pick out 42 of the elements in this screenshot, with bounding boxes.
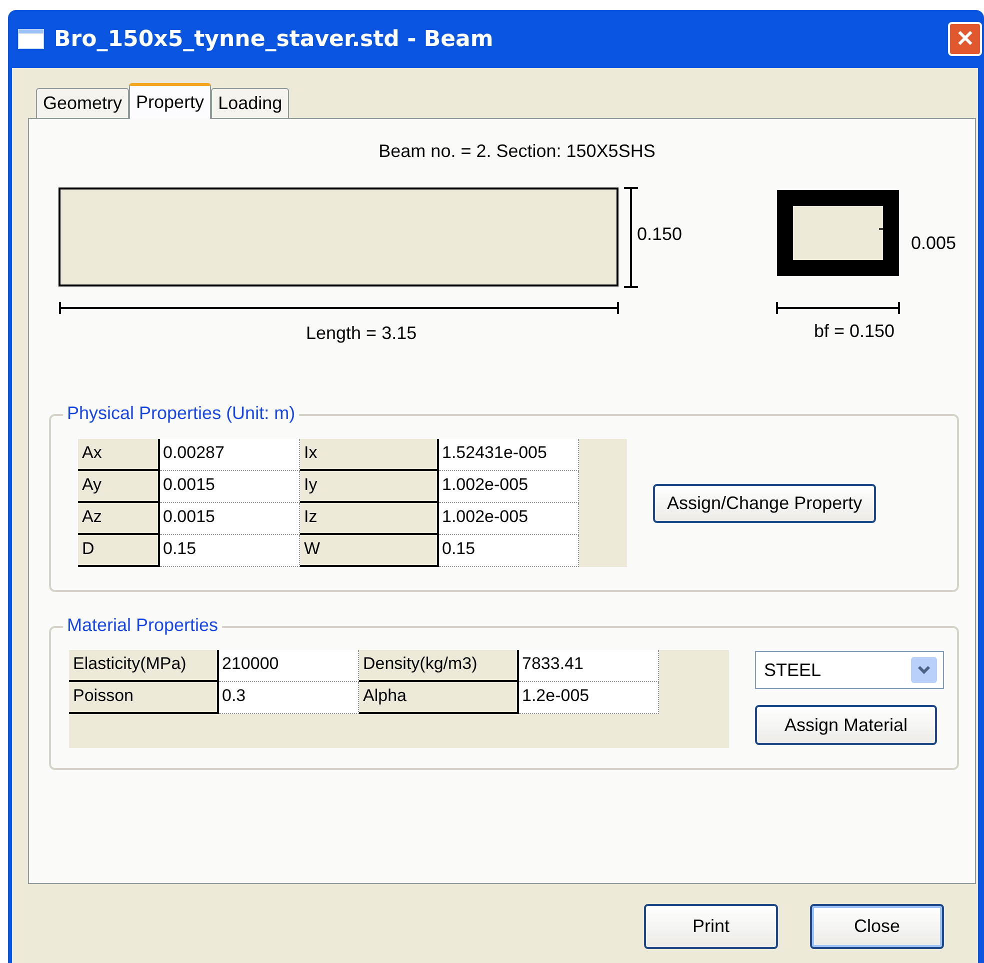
dimension-label: 0.150 (637, 224, 682, 244)
property-label: Poisson (69, 682, 219, 714)
dimension-label: bf = 0.150 (814, 321, 895, 341)
group-title: Material Properties (63, 615, 222, 636)
property-value: 0.3 (219, 682, 359, 714)
property-value: 210000 (219, 650, 359, 682)
property-value: 0.15 (439, 535, 579, 567)
property-value: 0.15 (160, 535, 300, 567)
window-title: Bro_150x5_tynne_staver.std - Beam (54, 26, 494, 52)
property-value: 7833.41 (519, 650, 659, 682)
section-heading: Beam no. = 2. Section: 150X5SHS (378, 140, 656, 163)
dialog-button[interactable]: Close (810, 904, 944, 949)
property-label: Alpha (359, 682, 519, 714)
property-value: 1.52431e-005 (439, 439, 579, 471)
dimension-label: 0.005 (911, 233, 956, 253)
property-label: Ix (300, 439, 439, 471)
property-label: Density(kg/m3) (359, 650, 519, 682)
property-label: Elasticity(MPa) (69, 650, 219, 682)
tab[interactable]: Geometry (36, 88, 130, 118)
tab[interactable]: Property (129, 83, 212, 119)
property-label: Az (78, 503, 160, 535)
tab[interactable]: Loading (211, 88, 290, 118)
close-button[interactable]: ✕ (948, 22, 982, 56)
property-value: 1.2e-005 (519, 682, 659, 714)
property-value: 0.0015 (160, 503, 300, 535)
assign-material-button[interactable]: Assign Material (755, 705, 937, 745)
property-value: 1.002e-005 (439, 503, 579, 535)
property-value: 0.0015 (160, 471, 300, 503)
property-label: Ax (78, 439, 160, 471)
property-label: D (78, 535, 160, 567)
material-dropdown[interactable]: STEEL (755, 651, 944, 689)
dialog-button[interactable]: Print (644, 904, 778, 949)
property-value: 0.00287 (160, 439, 300, 471)
property-value: 1.002e-005 (439, 471, 579, 503)
property-label: Ay (78, 471, 160, 503)
dimension-label: Length = 3.15 (306, 323, 417, 343)
property-label: Iy (300, 471, 439, 503)
window-icon (18, 29, 44, 49)
group-title: Physical Properties (Unit: m) (63, 403, 300, 424)
assign-property-button[interactable]: Assign/Change Property (653, 484, 876, 522)
property-label: W (300, 535, 439, 567)
property-label: Iz (300, 503, 439, 535)
